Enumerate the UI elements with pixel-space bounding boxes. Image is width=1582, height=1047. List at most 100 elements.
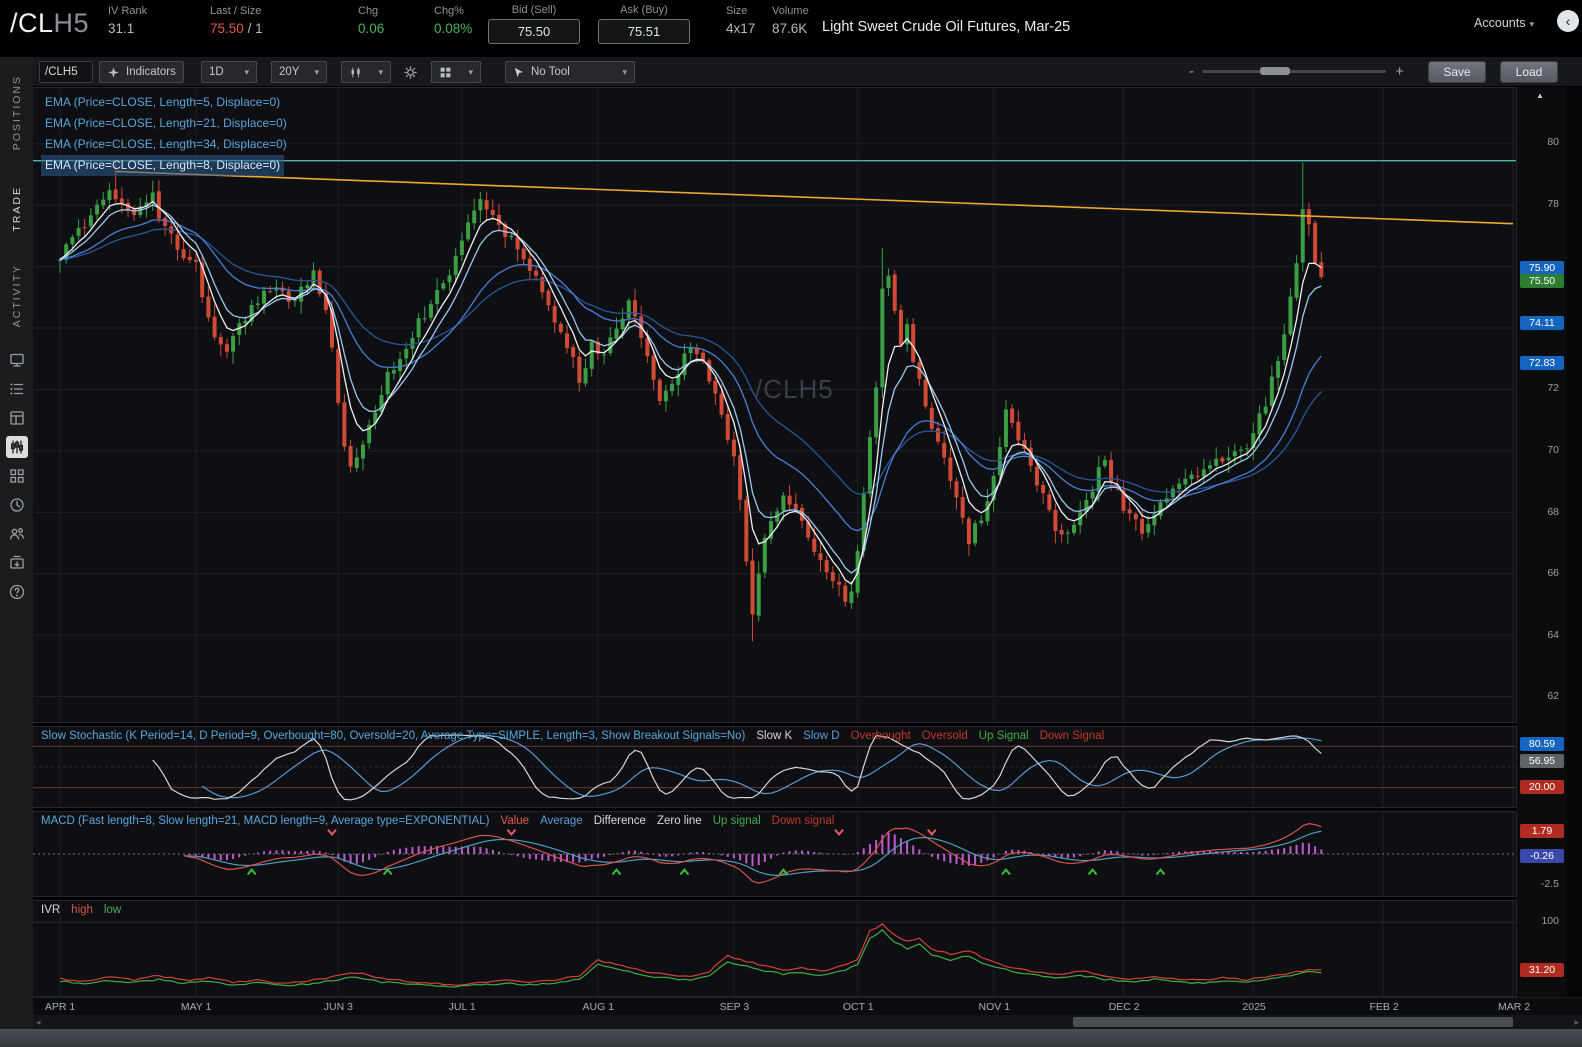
- macd-down-signal: [507, 830, 515, 835]
- macd-down-signal: [835, 830, 843, 835]
- bid-group: Bid (Sell) 75.50: [488, 4, 580, 44]
- last-value: 75.50: [210, 21, 244, 36]
- save-button[interactable]: Save: [1428, 61, 1486, 83]
- scratchpad-icon[interactable]: [6, 349, 28, 371]
- price-chart-canvas[interactable]: [33, 88, 1516, 722]
- time-axis-label: APR 1: [45, 1001, 75, 1013]
- scrollbar-thumb[interactable]: [1073, 1017, 1513, 1027]
- quote-header: /CLH5 IV Rank 31.1 Last / Size 75.50 / 1…: [0, 0, 1582, 57]
- zoom-slider-thumb[interactable]: [1260, 67, 1290, 75]
- zoom-slider[interactable]: [1202, 70, 1386, 73]
- size-field: Size 4x17: [726, 5, 755, 36]
- indicators-button[interactable]: Indicators: [99, 61, 184, 83]
- chart-panels: EMA (Price=CLOSE, Length=5, Displace=0)E…: [33, 87, 1517, 997]
- iv-rank-label: IV Rank: [108, 5, 147, 17]
- help-icon[interactable]: [6, 581, 28, 603]
- legend-item: high: [71, 904, 93, 916]
- zoom-in-button[interactable]: +: [1395, 64, 1404, 80]
- chevron-down-icon: ▾: [244, 67, 249, 78]
- orders-list-icon[interactable]: [6, 378, 28, 400]
- axis-collapse-icon[interactable]: ▲: [1536, 91, 1544, 100]
- macd-title: MACD (Fast length=8, Slow length=21, MAC…: [41, 815, 490, 827]
- legend-item: Overbought: [851, 730, 911, 742]
- stochastic-panel[interactable]: Slow Stochastic (K Period=14, D Period=9…: [33, 726, 1517, 808]
- range-value: 20Y: [279, 66, 299, 78]
- ema-label-1[interactable]: EMA (Price=CLOSE, Length=21, Displace=0): [41, 113, 291, 134]
- study-labels: EMA (Price=CLOSE, Length=5, Displace=0)E…: [41, 92, 291, 176]
- zoom-out-button[interactable]: -: [1189, 64, 1194, 80]
- transfer-icon[interactable]: [6, 552, 28, 574]
- load-button[interactable]: Load: [1500, 61, 1558, 83]
- main-row: POSITIONS TRADE ACTIVITY Indicators 1D▾ 20…: [0, 57, 1582, 1029]
- chart-type-dropdown[interactable]: ▾: [341, 61, 391, 83]
- price-axis-bubble: 72.83: [1520, 356, 1564, 370]
- legend-item: Difference: [594, 815, 646, 827]
- chart-settings-button[interactable]: [399, 61, 421, 83]
- price-axis-bubble: 80.59: [1520, 737, 1564, 751]
- axis-tick-label: 70: [1547, 444, 1559, 456]
- sidebar-tab-trade[interactable]: TRADE: [11, 186, 23, 232]
- macd-panel[interactable]: MACD (Fast length=8, Slow length=21, MAC…: [33, 811, 1517, 897]
- drawing-tool-dropdown[interactable]: No Tool▾: [505, 61, 635, 83]
- history-icon[interactable]: [6, 494, 28, 516]
- stochastic-legend: Slow KSlow DOverboughtOversoldUp SignalD…: [745, 730, 1104, 742]
- ivr-canvas[interactable]: [33, 901, 1516, 996]
- ema-label-0[interactable]: EMA (Price=CLOSE, Length=5, Displace=0): [41, 92, 284, 113]
- axis-tick-label: -2.5: [1541, 878, 1559, 890]
- axis-tick-label: 100: [1541, 915, 1559, 927]
- chart-region: EMA (Price=CLOSE, Length=5, Displace=0)E…: [33, 87, 1582, 997]
- chevron-down-icon: ▾: [314, 67, 319, 78]
- price-axis[interactable]: ▲ 6264666870727476788075.9075.5074.1172.…: [1517, 87, 1567, 997]
- ema-label-3[interactable]: EMA (Price=CLOSE, Length=8, Displace=0): [41, 155, 284, 176]
- ivr-title: IVR: [41, 904, 60, 916]
- bid-button[interactable]: 75.50: [488, 19, 580, 44]
- trading-platform-window: /CLH5 IV Rank 31.1 Last / Size 75.50 / 1…: [0, 0, 1582, 1047]
- ask-button[interactable]: 75.51: [598, 19, 690, 44]
- candles-layer: [58, 159, 1323, 641]
- chg-field: Chg 0.06: [358, 5, 384, 36]
- ema-label-2[interactable]: EMA (Price=CLOSE, Length=34, Displace=0): [41, 134, 291, 155]
- symbol-root: /CL: [10, 8, 54, 38]
- scroll-right-icon[interactable]: ▸: [1574, 1017, 1579, 1028]
- range-dropdown[interactable]: 20Y ▾: [271, 61, 327, 83]
- chart-scrollbar[interactable]: ◂ ▸: [33, 1015, 1582, 1029]
- apps-grid-icon[interactable]: [6, 465, 28, 487]
- scroll-left-icon[interactable]: ◂: [36, 1017, 41, 1028]
- timeframe-dropdown[interactable]: 1D▾: [201, 61, 257, 83]
- report-icon[interactable]: [6, 407, 28, 429]
- sidebar-tab-positions[interactable]: POSITIONS: [11, 75, 23, 150]
- accounts-dropdown[interactable]: Accounts▾: [1474, 16, 1534, 30]
- time-axis-label: DEC 2: [1109, 1001, 1140, 1013]
- grid-layout-dropdown[interactable]: ▾: [431, 61, 481, 83]
- volume-label: Volume: [772, 5, 809, 17]
- legend-item: Up signal: [713, 815, 761, 827]
- iv-rank-value: 31.1: [108, 21, 147, 36]
- time-axis-label: JUN 3: [324, 1001, 353, 1013]
- time-axis-label: NOV 1: [979, 1001, 1011, 1013]
- ivr-high-line: [60, 924, 1321, 985]
- price-panel[interactable]: EMA (Price=CLOSE, Length=5, Displace=0)E…: [33, 87, 1517, 723]
- legend-item: Average: [540, 815, 583, 827]
- volume-field: Volume 87.6K: [772, 5, 809, 36]
- time-axis[interactable]: APR 1MAY 1JUN 3JUL 1AUG 1SEP 3OCT 1NOV 1…: [33, 997, 1582, 1015]
- collapse-panel-button[interactable]: ‹: [1557, 10, 1579, 32]
- grid-icon: [439, 66, 452, 79]
- chart-content: Indicators 1D▾ 20Y ▾ ▾ ▾: [33, 57, 1582, 1029]
- time-axis-label: FEB 2: [1370, 1001, 1399, 1013]
- ivr-panel[interactable]: IVRhighlow: [33, 900, 1517, 997]
- axis-tick-label: 80: [1547, 136, 1559, 148]
- size-label: Size: [726, 5, 755, 17]
- macd-up-signal: [1157, 870, 1165, 875]
- legend-item: Oversold: [922, 730, 968, 742]
- axis-tick-label: 64: [1547, 629, 1559, 641]
- price-axis-bubble: 20.00: [1520, 780, 1564, 794]
- share-users-icon[interactable]: [6, 523, 28, 545]
- symbol-month-code: H5: [54, 8, 90, 38]
- symbol-title: /CLH5: [10, 8, 89, 39]
- chart-icon[interactable]: [6, 436, 28, 458]
- sidebar-tab-activity[interactable]: ACTIVITY: [11, 264, 23, 327]
- cursor-icon: [513, 66, 525, 79]
- symbol-input[interactable]: [39, 61, 93, 83]
- chg-value: 0.06: [358, 21, 384, 36]
- chg-label: Chg: [358, 5, 384, 17]
